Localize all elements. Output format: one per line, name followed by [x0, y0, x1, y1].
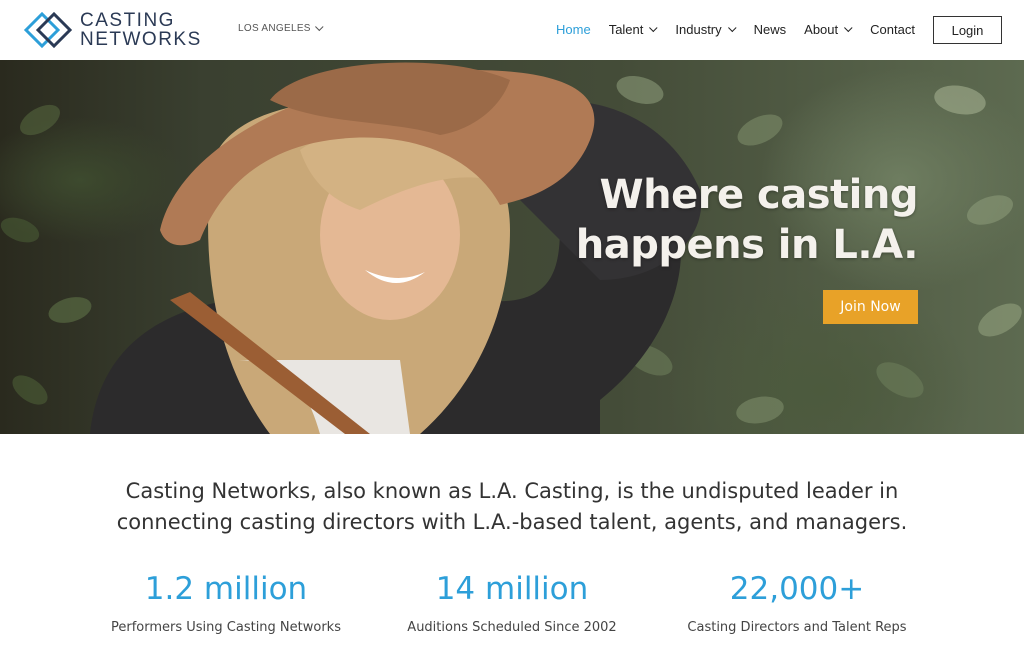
nav-item-label: Home — [556, 22, 591, 37]
city-selector[interactable]: LOS ANGELES — [238, 22, 324, 34]
nav-item-label: About — [804, 22, 839, 37]
nav-item-label: Talent — [608, 22, 644, 37]
stat-auditions: 14 million Auditions Scheduled Since 200… — [362, 568, 662, 635]
site-header: CASTING NETWORKS LOS ANGELES Home Talent… — [0, 0, 1024, 60]
intro-line-1: Casting Networks, also known as L.A. Cas… — [125, 479, 899, 503]
diamond-logo-icon — [23, 11, 73, 49]
nav-item-talent[interactable]: Talent — [609, 22, 658, 37]
stat-casting-directors: 22,000+ Casting Directors and Talent Rep… — [647, 568, 947, 635]
hero-title-line-1: Where casting — [599, 172, 919, 218]
nav-item-label: News — [753, 22, 787, 37]
stat-number: 14 million — [435, 571, 589, 607]
nav-item-label: Contact — [870, 22, 915, 37]
join-now-button[interactable]: Join Now — [823, 290, 918, 324]
nav-item-about[interactable]: About — [804, 22, 853, 37]
hero-banner: Where casting happens in L.A. Join Now — [0, 60, 1024, 434]
chevron-down-icon — [314, 22, 324, 31]
nav-item-home[interactable]: Home — [556, 22, 591, 37]
city-label: LOS ANGELES — [238, 23, 311, 34]
nav-item-contact[interactable]: Contact — [870, 22, 915, 37]
stat-performers: 1.2 million Performers Using Casting Net… — [76, 568, 376, 635]
nav-item-label: Industry — [675, 22, 722, 37]
logo-line-2: NETWORKS — [80, 29, 202, 50]
stat-number: 1.2 million — [144, 571, 308, 607]
hero-title-line-2: happens in L.A. — [575, 222, 919, 268]
stat-number: 22,000+ — [729, 571, 865, 607]
intro-line-2: connecting casting directors with L.A.-b… — [116, 510, 908, 534]
main-nav: Home Talent Industry News About Contact — [556, 22, 933, 37]
nav-item-industry[interactable]: Industry — [675, 22, 737, 37]
chevron-down-icon — [727, 23, 737, 32]
chevron-down-icon — [844, 23, 853, 32]
hero-title: Where casting happens in L.A. — [575, 170, 919, 270]
logo-line-1: CASTING — [80, 10, 175, 31]
login-button[interactable]: Login — [933, 16, 1002, 44]
chevron-down-icon — [649, 23, 658, 32]
stat-label: Casting Directors and Talent Reps — [687, 620, 907, 635]
logo-wordmark: CASTING NETWORKS — [80, 11, 202, 49]
nav-item-news[interactable]: News — [754, 22, 787, 37]
stat-label: Performers Using Casting Networks — [110, 620, 341, 635]
intro-text: Casting Networks, also known as L.A. Cas… — [0, 476, 1024, 538]
stat-label: Auditions Scheduled Since 2002 — [407, 620, 617, 635]
casting-networks-logo[interactable]: CASTING NETWORKS — [22, 8, 202, 52]
